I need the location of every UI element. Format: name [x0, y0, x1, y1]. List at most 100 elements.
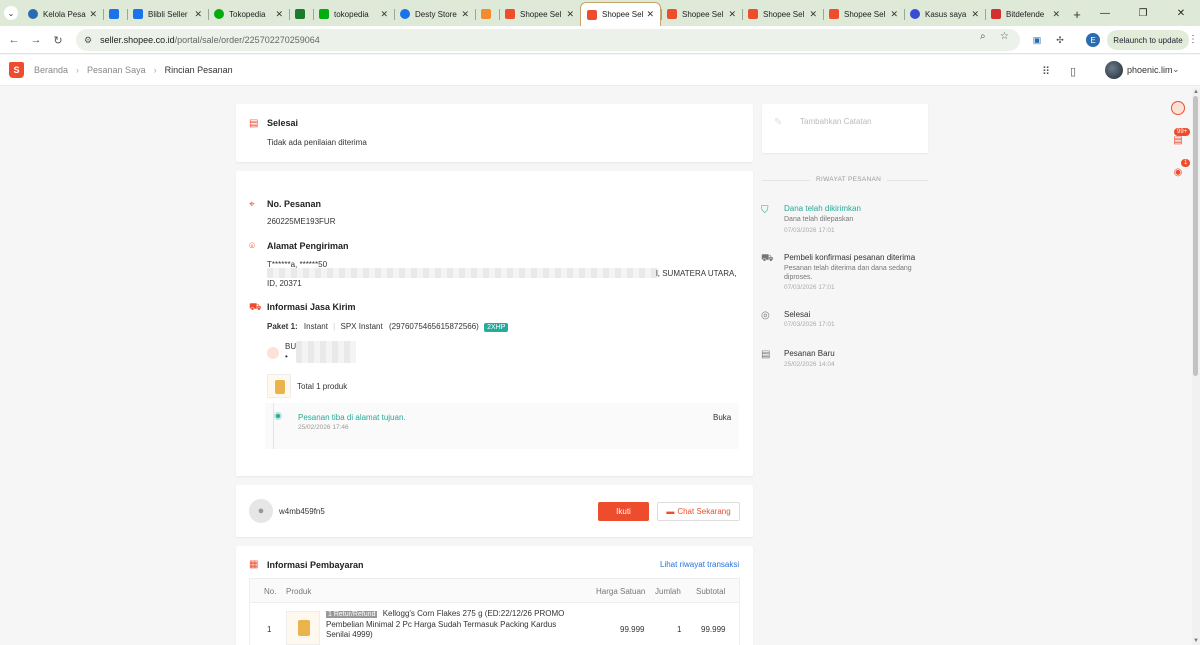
buyer-username[interactable]: w4mb459fn5 [279, 507, 325, 516]
history-item-sub: Pesanan telah diterima dan dana sedang d… [784, 265, 912, 281]
new-tab-button[interactable]: + [1066, 2, 1088, 26]
tab-favicon-icon [587, 9, 597, 20]
close-icon[interactable]: ✕ [646, 9, 654, 20]
tab-title: Bitdefende [1006, 9, 1045, 19]
browser-tab[interactable]: Shopee Sel ✕ [499, 2, 580, 26]
maximize-button[interactable]: ❐ [1124, 0, 1162, 26]
order-history-title: RIWAYAT PESANAN [810, 176, 888, 183]
tab-title: Shopee Sel [682, 9, 724, 19]
close-icon[interactable]: ✕ [461, 9, 469, 20]
courier-phone: • [285, 352, 288, 361]
tab-favicon-icon [829, 9, 839, 19]
browser-tab[interactable]: tokopedia ✕ [313, 2, 394, 26]
breadcrumb: Beranda › Pesanan Saya › Rincian Pesanan [34, 65, 233, 75]
apps-grid-icon[interactable]: ⠿ [1039, 64, 1053, 78]
url-host: seller.shopee.co.id [100, 35, 175, 45]
close-window-button[interactable]: ✕ [1162, 0, 1200, 26]
message-icon[interactable]: ◉ [1171, 165, 1185, 179]
avatar[interactable] [1105, 61, 1123, 79]
notes-card[interactable]: ✎ Tambahkan Catatan [762, 104, 928, 153]
tracking-expand-link[interactable]: Buka [713, 413, 731, 422]
close-icon[interactable]: ✕ [971, 9, 979, 20]
add-note-placeholder[interactable]: Tambahkan Catatan [800, 117, 872, 126]
browser-tab[interactable]: Kelola Pesan ✕ [22, 2, 103, 26]
scrollbar-thumb[interactable] [1193, 96, 1198, 376]
tab-title: Shopee Sel [602, 10, 644, 19]
browser-tab[interactable]: Shopee Sel ✕ [742, 2, 823, 26]
tab-favicon-icon [910, 9, 920, 19]
close-icon[interactable]: ✕ [1052, 9, 1060, 20]
breadcrumb-home[interactable]: Beranda [34, 65, 68, 75]
zoom-icon[interactable]: ⌕ [980, 31, 986, 42]
tab-title: tokopedia [334, 9, 369, 19]
close-icon[interactable]: ✕ [89, 9, 97, 20]
product-image[interactable] [286, 611, 320, 645]
forward-arrow-icon[interactable]: → [28, 32, 44, 48]
tab-search-button[interactable]: ⌄ [0, 0, 22, 26]
scroll-up-arrow-icon[interactable]: ▲ [1192, 88, 1200, 96]
tab-title: Shopee Sel [844, 9, 886, 19]
location-pin-icon: ⌾ [249, 241, 255, 252]
browser-tab[interactable]: Shopee Sel ✕ [661, 2, 742, 26]
extensions-puzzle-icon[interactable]: ✣ [1053, 33, 1067, 47]
buyer-card: ● w4mb459fn5 Ikuti ▬ Chat Sekarang [236, 485, 753, 537]
product-description[interactable]: 1 Retur/Refund Kellogg's Corn Flakes 275… [326, 609, 578, 640]
browser-tab[interactable]: Blibli Seller ✕ [127, 2, 208, 26]
tab-title: Blibli Seller [148, 9, 188, 19]
chevron-down-icon: ⌄ [4, 6, 18, 20]
history-item-title: Pesanan Baru [784, 349, 835, 358]
shipping-label: Informasi Jasa Kirim [267, 302, 356, 312]
col-product: Produk [286, 587, 312, 596]
breadcrumb-orders[interactable]: Pesanan Saya [87, 65, 146, 75]
browser-tab[interactable] [289, 2, 313, 26]
notification-badge: 1 [1181, 159, 1191, 167]
close-icon[interactable]: ✕ [809, 9, 817, 20]
browser-tab[interactable]: Desty Store ✕ [394, 2, 475, 26]
user-avatar-icon[interactable]: ● [249, 499, 273, 523]
assistant-avatar-icon[interactable] [1171, 101, 1185, 115]
browser-tab[interactable]: Kasus saya ✕ [904, 2, 985, 26]
browser-tab[interactable] [103, 2, 127, 26]
close-icon[interactable]: ✕ [194, 9, 202, 20]
chevron-down-icon[interactable]: ⌄ [1172, 64, 1180, 75]
book-icon[interactable]: ▯ [1066, 64, 1080, 78]
browser-tab[interactable]: Bitdefende ✕ [985, 2, 1066, 26]
browser-toolbar: ← → ↻ ⚙ seller.shopee.co.id/portal/sale/… [0, 26, 1200, 54]
relaunch-button[interactable]: Relaunch to update [1107, 30, 1189, 50]
reload-icon[interactable]: ↻ [50, 32, 66, 48]
browser-tab[interactable]: Shopee Sel ✕ [823, 2, 904, 26]
browser-tab[interactable]: Tokopedia ✕ [208, 2, 289, 26]
close-icon[interactable]: ✕ [728, 9, 736, 20]
back-arrow-icon[interactable]: ← [6, 32, 22, 48]
document-icon: ▤ [761, 349, 771, 360]
scroll-down-arrow-icon[interactable]: ▼ [1192, 637, 1200, 645]
chevron-right-icon: › [153, 65, 157, 75]
tab-title: Shopee Sel [520, 9, 562, 19]
site-settings-icon[interactable]: ⚙ [84, 35, 92, 46]
order-detail-card: ⌖ No. Pesanan 260225ME193FUR ⌾ Alamat Pe… [236, 171, 753, 476]
product-thumbnail[interactable] [267, 374, 291, 398]
bookmark-star-icon[interactable]: ☆ [1000, 31, 1009, 42]
close-icon[interactable]: ✕ [566, 9, 574, 20]
tab-title: Desty Store [415, 9, 457, 19]
row-no: 1 [267, 625, 272, 634]
address-bar[interactable]: ⚙ seller.shopee.co.id/portal/sale/order/… [76, 29, 1020, 51]
username[interactable]: phoenic.lim [1127, 65, 1173, 75]
close-icon[interactable]: ✕ [890, 9, 898, 20]
close-icon[interactable]: ✕ [275, 9, 283, 20]
profile-avatar[interactable]: E [1086, 33, 1100, 47]
chat-now-button[interactable]: ▬ Chat Sekarang [657, 502, 740, 521]
close-icon[interactable]: ✕ [380, 9, 388, 20]
tracking-date: 25/02/2026 17:46 [298, 424, 349, 431]
translate-icon[interactable]: ▣ [1030, 33, 1044, 47]
follow-button[interactable]: Ikuti [598, 502, 649, 521]
browser-tab[interactable] [475, 2, 499, 26]
more-menu-icon[interactable]: ⋮ [1188, 34, 1198, 45]
transaction-history-link[interactable]: Lihat riwayat transaksi [660, 560, 739, 569]
tab-favicon-icon [319, 9, 329, 19]
shopee-logo-icon[interactable]: S [9, 62, 24, 78]
minimize-button[interactable]: — [1086, 0, 1124, 26]
browser-tab-active[interactable]: Shopee Sel ✕ [580, 2, 661, 26]
tab-favicon-icon [133, 9, 143, 19]
address-label: Alamat Pengiriman [267, 241, 349, 251]
